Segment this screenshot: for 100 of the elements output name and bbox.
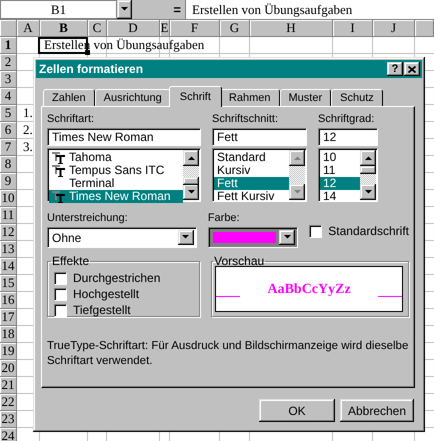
row-header[interactable]: 13 bbox=[0, 241, 17, 258]
tab[interactable]: Schrift bbox=[168, 86, 222, 107]
window-title: Zellen formatieren bbox=[39, 62, 144, 76]
checkbox-label[interactable]: Standardschrift bbox=[328, 224, 409, 238]
column-header[interactable]: J bbox=[373, 20, 415, 37]
cancel-button[interactable]: Abbrechen bbox=[340, 399, 414, 422]
scroll-down-button[interactable] bbox=[360, 184, 376, 200]
down-arrow-icon bbox=[294, 190, 300, 194]
close-button[interactable] bbox=[404, 62, 420, 76]
checkbox-label[interactable]: Tiefgestellt bbox=[73, 303, 131, 317]
field-label: Schriftschnitt: bbox=[212, 112, 280, 126]
row-header[interactable]: 11 bbox=[0, 207, 17, 224]
row-header[interactable]: 6 bbox=[0, 122, 17, 139]
row-header[interactable]: 16 bbox=[0, 292, 17, 309]
column-header[interactable]: H bbox=[250, 20, 333, 37]
down-arrow-icon bbox=[182, 235, 190, 240]
row-header[interactable]: 2 bbox=[0, 54, 17, 71]
scrollbar[interactable] bbox=[183, 150, 199, 200]
ok-button[interactable]: OK bbox=[259, 399, 335, 422]
list-item[interactable]: 10 bbox=[320, 151, 360, 164]
row-header[interactable]: 10 bbox=[0, 190, 17, 207]
input-field[interactable]: Fett bbox=[212, 128, 307, 146]
list-item[interactable]: 12 bbox=[320, 177, 360, 190]
scroll-up-button[interactable] bbox=[289, 150, 305, 166]
checkbox-label[interactable]: Durchgestrichen bbox=[73, 271, 160, 285]
select-all-corner[interactable] bbox=[0, 20, 17, 37]
row-header[interactable]: 15 bbox=[0, 275, 17, 292]
name-box-dropdown[interactable] bbox=[117, 0, 132, 19]
column-header[interactable]: A bbox=[17, 20, 40, 37]
down-arrow-icon bbox=[188, 190, 194, 194]
list-item[interactable]: Times New Roman bbox=[49, 190, 183, 203]
scroll-thumb[interactable] bbox=[360, 166, 376, 174]
column-header[interactable]: C bbox=[88, 20, 107, 37]
scroll-up-button[interactable] bbox=[183, 150, 199, 166]
tab[interactable]: Rahmen bbox=[220, 89, 280, 106]
row-header[interactable]: 12 bbox=[0, 224, 17, 241]
row-header[interactable]: 22 bbox=[0, 394, 17, 411]
scroll-down-button[interactable] bbox=[289, 184, 305, 200]
field-label: Schriftgrad: bbox=[318, 112, 376, 126]
list-item[interactable]: Terminal bbox=[49, 177, 183, 190]
row-header[interactable]: 24 bbox=[0, 428, 17, 441]
checkbox[interactable] bbox=[54, 304, 67, 316]
up-arrow-icon bbox=[364, 156, 372, 160]
row-header[interactable]: 18 bbox=[0, 326, 17, 343]
up-arrow-icon bbox=[294, 156, 300, 160]
dropdown[interactable]: Ohne bbox=[47, 227, 197, 248]
help-button[interactable]: ? bbox=[387, 62, 403, 76]
tab[interactable]: Ausrichtung bbox=[94, 89, 171, 106]
name-box[interactable]: B1 bbox=[0, 0, 117, 19]
row-header[interactable]: 19 bbox=[0, 343, 17, 360]
column-header[interactable]: F bbox=[170, 20, 220, 37]
row-header[interactable]: 5 bbox=[0, 105, 17, 122]
row-header[interactable]: 17 bbox=[0, 309, 17, 326]
list-item[interactable]: Tempus Sans ITC bbox=[49, 164, 183, 177]
scrollbar[interactable] bbox=[360, 150, 376, 200]
column-header[interactable] bbox=[415, 20, 434, 37]
row-header[interactable]: 23 bbox=[0, 411, 17, 428]
checkbox[interactable] bbox=[309, 224, 322, 238]
row-header[interactable]: 8 bbox=[0, 156, 17, 173]
checkbox[interactable] bbox=[54, 288, 67, 300]
list-item[interactable]: 14 bbox=[320, 190, 360, 203]
row-header[interactable]: 14 bbox=[0, 258, 17, 275]
scroll-down-button[interactable] bbox=[183, 184, 199, 200]
tab[interactable]: Muster bbox=[280, 89, 332, 106]
input-field[interactable]: Times New Roman bbox=[47, 128, 201, 146]
column-header[interactable]: E bbox=[160, 20, 170, 37]
scrollbar[interactable] bbox=[289, 150, 305, 200]
tab[interactable]: Schutz bbox=[331, 89, 383, 106]
color-dropdown[interactable] bbox=[208, 227, 298, 248]
column-header[interactable]: B bbox=[40, 20, 88, 37]
list-item[interactable]: 11 bbox=[320, 164, 360, 177]
list-item[interactable]: Kursiv bbox=[214, 164, 289, 177]
list-item[interactable]: Fett bbox=[214, 177, 289, 190]
preview-text: AaBbCcYyZz bbox=[267, 283, 351, 297]
row-header[interactable]: 3 bbox=[0, 71, 17, 88]
down-arrow-icon bbox=[364, 190, 372, 194]
row-header[interactable]: 21 bbox=[0, 377, 17, 394]
row-header[interactable]: 9 bbox=[0, 173, 17, 190]
group-title: Effekte bbox=[51, 254, 90, 268]
field-label: Unterstreichung: bbox=[47, 211, 129, 225]
scroll-up-button[interactable] bbox=[360, 150, 376, 166]
tab[interactable]: Zahlen bbox=[43, 89, 95, 106]
row-header[interactable]: 4 bbox=[0, 88, 17, 105]
column-header[interactable]: I bbox=[333, 20, 373, 37]
column-header[interactable]: D bbox=[107, 20, 160, 37]
scroll-thumb[interactable] bbox=[183, 177, 199, 185]
checkbox[interactable] bbox=[54, 272, 67, 284]
checkbox-label[interactable]: Hochgestellt bbox=[73, 287, 140, 301]
cell-text: 2. bbox=[23, 124, 33, 136]
formula-field[interactable]: Erstellen von Übungsaufgaben bbox=[185, 0, 434, 19]
list-item[interactable]: Standard bbox=[214, 151, 289, 164]
row-header[interactable]: 1 bbox=[0, 37, 17, 54]
equals-sign[interactable]: = bbox=[173, 2, 181, 17]
list-item[interactable]: Fett Kursiv bbox=[214, 190, 289, 203]
list-item[interactable]: Tahoma bbox=[49, 151, 183, 164]
input-field[interactable]: 12 bbox=[318, 128, 378, 146]
row-header[interactable]: 7 bbox=[0, 139, 17, 156]
column-header[interactable]: G bbox=[220, 20, 250, 37]
cell-text: 3. bbox=[23, 141, 33, 153]
row-header[interactable]: 20 bbox=[0, 360, 17, 377]
